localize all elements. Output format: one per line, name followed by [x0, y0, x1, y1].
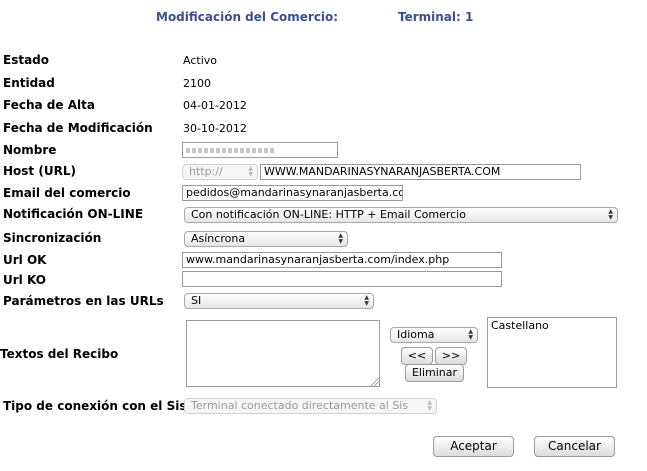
parametros-label: Parámetros en las URLs [3, 294, 164, 308]
email-value: pedidos@mandarinasynaranjasberta.com [186, 186, 403, 199]
parametros-select[interactable]: SI ▲ ▼ [184, 293, 374, 309]
select-arrows-icon: ▲ ▼ [248, 165, 253, 178]
select-arrows-icon: ▲ ▼ [338, 232, 343, 245]
conexion-value: Terminal conectado directamente al Sis [191, 399, 409, 412]
email-input[interactable]: pedidos@mandarinasynaranjasberta.com [182, 185, 403, 201]
fecha-modificacion-label: Fecha de Modificación [3, 121, 153, 135]
terminal-label: Terminal: 1 [398, 10, 474, 24]
accept-button[interactable]: Aceptar [433, 436, 514, 457]
idioma-select[interactable]: Idioma ▲ ▼ [390, 327, 478, 343]
estado-value: Activo [183, 54, 217, 67]
conexion-label: Tipo de conexión con el Sis [3, 399, 187, 413]
select-arrows-icon: ▲ ▼ [608, 208, 613, 221]
fecha-alta-label: Fecha de Alta [3, 98, 95, 112]
textos-recibo-textarea-wrap[interactable] [186, 320, 380, 387]
language-list-item[interactable]: Castellano [491, 319, 613, 332]
resize-grip-icon[interactable] [371, 378, 379, 386]
cancel-button[interactable]: Cancelar [534, 436, 615, 457]
host-label: Host (URL) [3, 164, 76, 178]
url-ko-label: Url KO [3, 273, 46, 287]
textos-recibo-textarea[interactable] [186, 320, 380, 387]
select-arrows-icon: ▲ ▼ [427, 399, 432, 412]
host-input[interactable]: WWW.MANDARINASYNARANJASBERTA.COM [260, 164, 581, 180]
sincronizacion-label: Sincronización [3, 231, 102, 245]
url-ok-label: Url OK [3, 253, 47, 267]
url-ok-input[interactable]: www.mandarinasynaranjasberta.com/index.p… [182, 252, 502, 268]
prev-button[interactable]: << [401, 347, 433, 365]
nombre-label: Nombre [3, 143, 57, 157]
notificacion-select[interactable]: Con notificación ON-LINE: HTTP + Email C… [184, 207, 618, 223]
select-arrows-icon: ▲ ▼ [468, 328, 473, 341]
page-title: Modificación del Comercio: [156, 10, 339, 24]
url-ok-value: www.mandarinasynaranjasberta.com/index.p… [186, 253, 450, 266]
select-arrows-icon: ▲ ▼ [364, 294, 369, 307]
sincronizacion-select[interactable]: Asíncrona ▲ ▼ [184, 231, 348, 247]
nombre-input[interactable] [182, 142, 338, 158]
protocol-value: http:// [189, 165, 223, 178]
next-button[interactable]: >> [435, 347, 467, 365]
notificacion-label: Notificación ON-LINE [3, 207, 144, 221]
redacted-text-mark [186, 148, 276, 153]
sincronizacion-value: Asíncrona [191, 232, 246, 245]
notificacion-value: Con notificación ON-LINE: HTTP + Email C… [191, 208, 466, 221]
host-value: WWW.MANDARINASYNARANJASBERTA.COM [264, 165, 501, 178]
idioma-value: Idioma [397, 328, 435, 341]
entidad-value: 2100 [183, 77, 211, 90]
url-ko-input[interactable] [182, 271, 502, 287]
entidad-label: Entidad [3, 76, 55, 90]
fecha-modificacion-value: 30-10-2012 [183, 122, 247, 135]
parametros-value: SI [191, 294, 202, 307]
textos-recibo-label: Textos del Recibo [0, 347, 119, 361]
fecha-alta-value: 04-01-2012 [183, 99, 247, 112]
protocol-select[interactable]: http:// ▲ ▼ [182, 164, 258, 180]
eliminar-button[interactable]: Eliminar [405, 364, 464, 382]
email-label: Email del comercio [3, 186, 131, 200]
estado-label: Estado [3, 53, 50, 67]
conexion-select[interactable]: Terminal conectado directamente al Sis ▲… [184, 398, 437, 414]
language-list[interactable]: Castellano [487, 317, 617, 388]
